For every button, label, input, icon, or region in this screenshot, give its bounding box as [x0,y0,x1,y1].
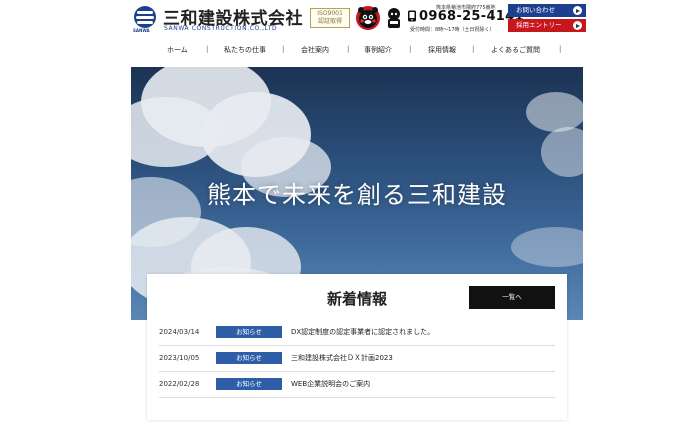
news-section: 新着情報 一覧へ 2024/03/14 お知らせ DX認定制度の認定事業者に認定… [147,274,567,420]
news-link[interactable]: WEB企業説明会のご案内 [291,379,370,389]
recruit-entry-button[interactable]: 採用エントリー [508,19,586,32]
nav-separator: | [206,45,209,53]
company-name-en: SANWA CONSTRUCTION.CO.,LTD [164,25,278,32]
mascot-figure-icon [388,8,400,28]
main-nav: ホーム | 私たちの仕事 | 会社案内 | 事例紹介 | 採用情報 | よくある… [134,42,580,60]
company-logo-icon[interactable] [134,6,156,28]
news-link[interactable]: DX認定制度の認定事業者に認定されました。 [291,327,434,337]
kumamon-mascot-icon [356,6,380,30]
nav-item-recruit[interactable]: 採用情報 [428,45,456,55]
news-item[interactable]: 2022/02/28 お知らせ WEB企業説明会のご案内 [159,372,555,398]
nav-separator: | [347,45,350,53]
news-category-badge: お知らせ [216,352,282,364]
nav-item-our-work[interactable]: 私たちの仕事 [224,45,266,55]
iso-line2: 認証取得 [317,18,342,25]
news-all-button[interactable]: 一覧へ [469,286,555,309]
news-date: 2022/02/28 [159,380,200,388]
phone-icon [408,10,416,22]
news-link[interactable]: 三和建設株式会社ＤＸ計画2023 [291,353,393,363]
nav-item-company[interactable]: 会社案内 [301,45,329,55]
arrow-right-icon [573,6,582,15]
nav-separator: | [472,45,475,53]
news-date: 2024/03/14 [159,328,200,336]
nav-item-cases[interactable]: 事例紹介 [364,45,392,55]
logo-subtext: SANWA [133,28,150,33]
nav-item-faq[interactable]: よくあるご質問 [491,45,540,55]
business-hours: 受付時間：8時〜17時（土日祝除く） [410,27,495,33]
news-date: 2023/10/05 [159,354,200,362]
contact-button-label: お問い合わせ [516,6,555,14]
hero-title: 熊本で未来を創る三和建設 [207,181,507,209]
contact-button[interactable]: お問い合わせ [508,4,586,17]
nav-separator: | [559,45,562,53]
recruit-entry-button-label: 採用エントリー [516,21,562,29]
news-item[interactable]: 2023/10/05 お知らせ 三和建設株式会社ＤＸ計画2023 [159,346,555,372]
iso-line1: ISO9001 [317,10,343,17]
arrow-right-icon [573,21,582,30]
iso-badge: ISO9001 認証取得 [310,8,350,28]
site-header: SANWA 三和建設株式会社 SANWA CONSTRUCTION.CO.,LT… [0,0,692,38]
nav-item-home[interactable]: ホーム [167,45,188,55]
nav-separator: | [282,45,285,53]
news-category-badge: お知らせ [216,326,282,338]
news-item[interactable]: 2024/03/14 お知らせ DX認定制度の認定事業者に認定されました。 [159,320,555,346]
nav-separator: | [409,45,412,53]
news-category-badge: お知らせ [216,378,282,390]
